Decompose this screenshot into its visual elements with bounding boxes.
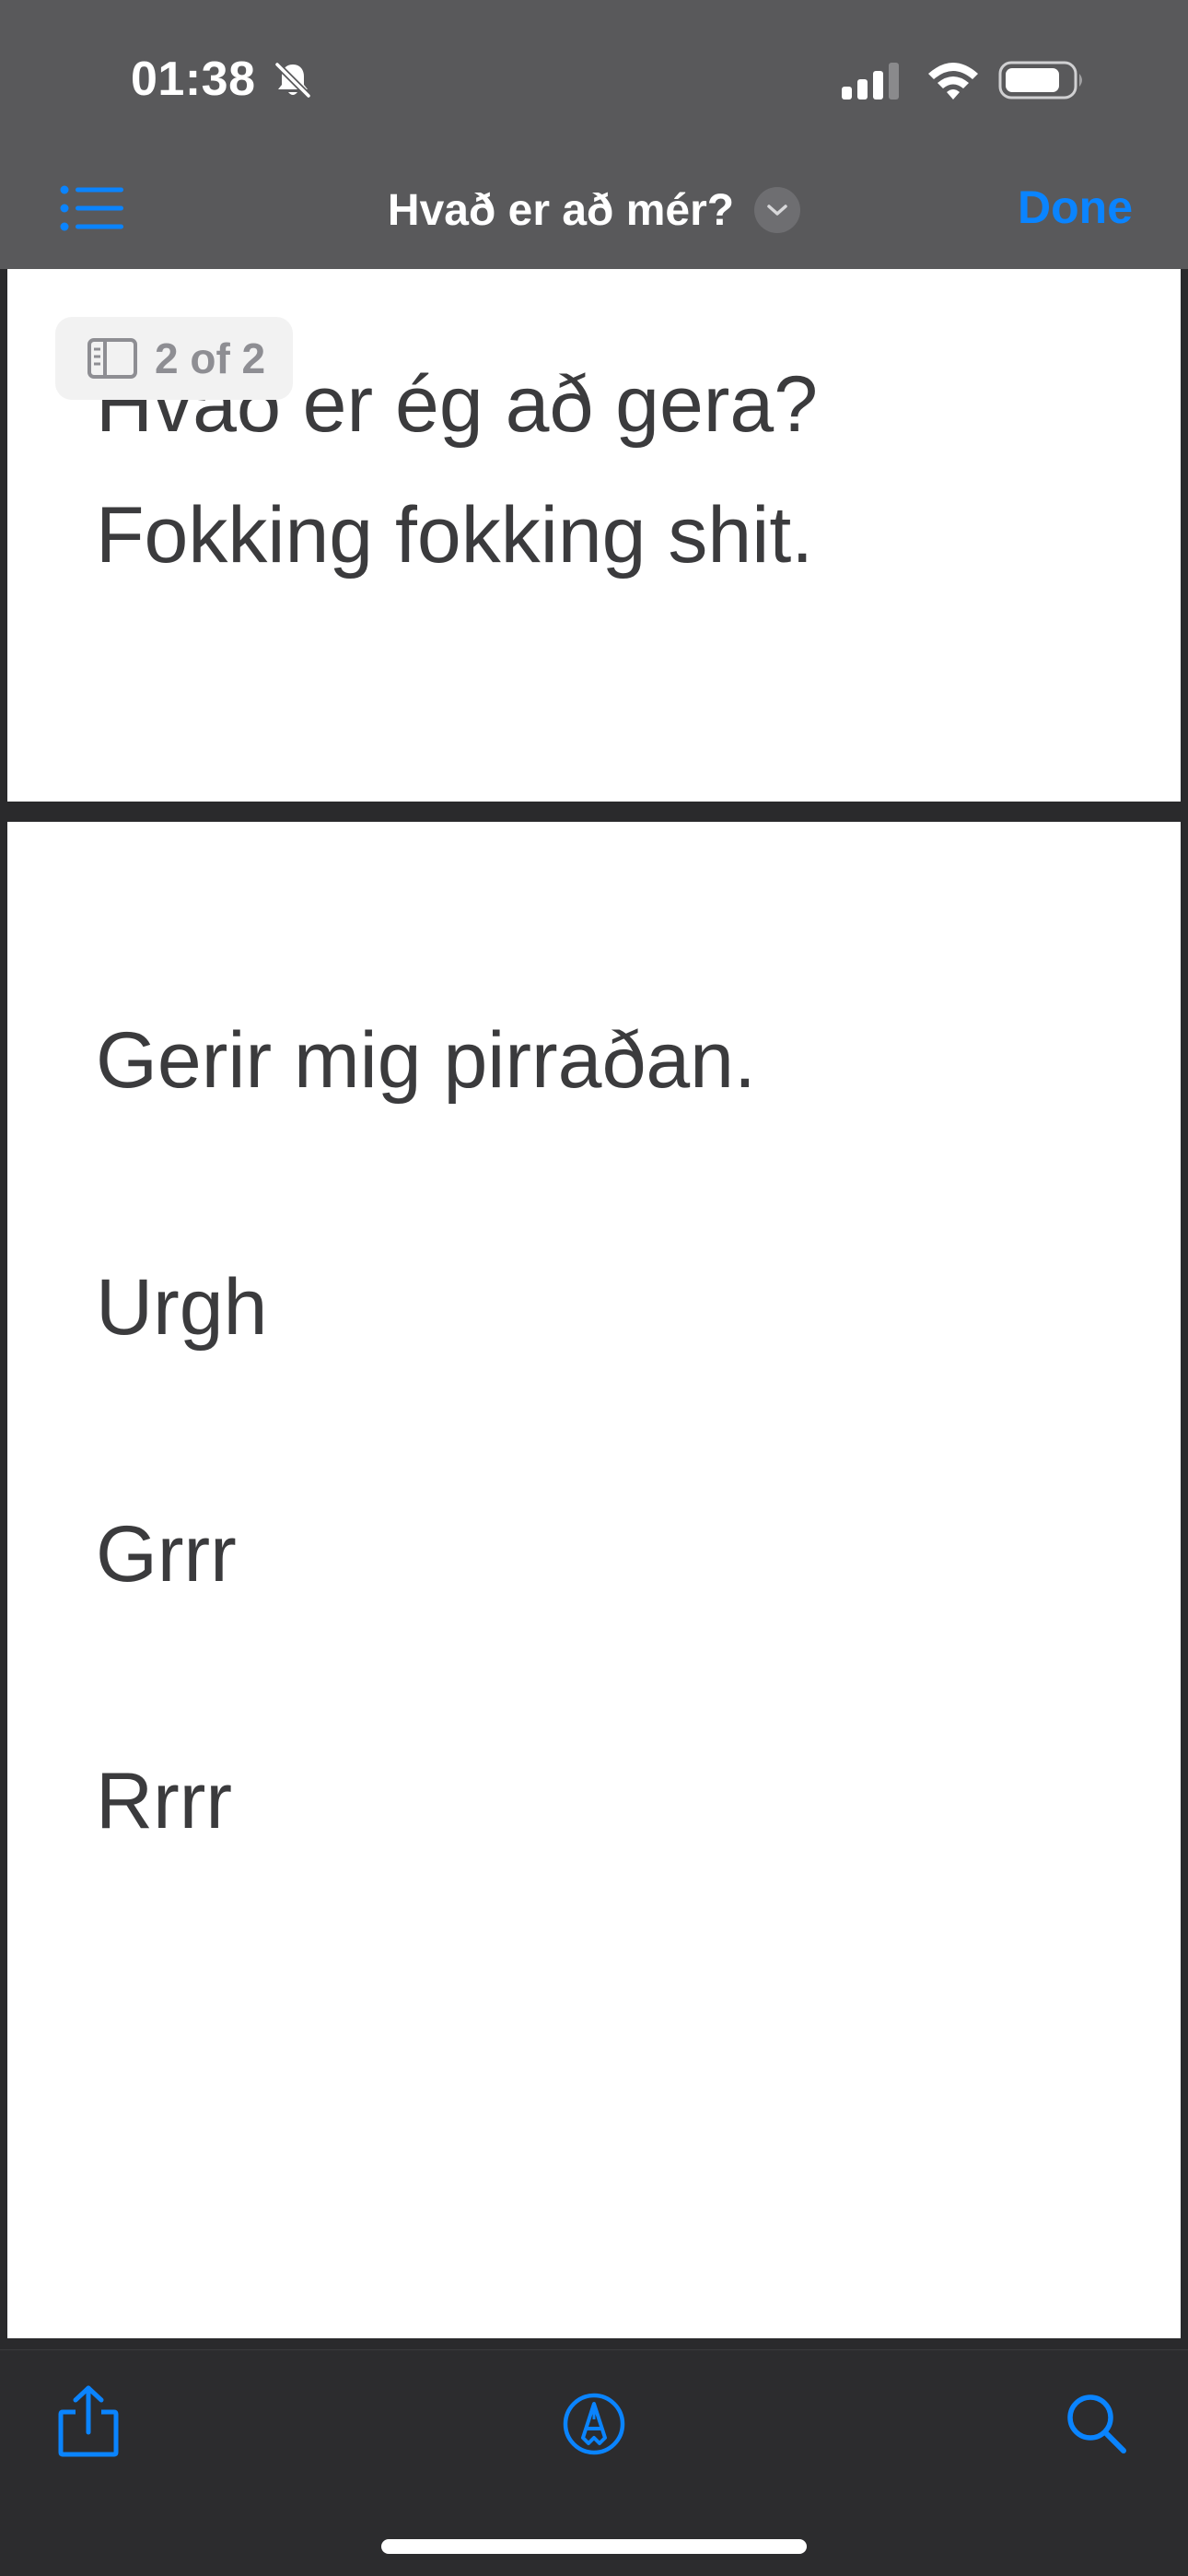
page-indicator[interactable]: 2 of 2 xyxy=(55,317,294,400)
wifi-icon xyxy=(928,63,978,100)
document-title-menu[interactable]: Hvað er að mér? xyxy=(0,181,1188,240)
document-title: Hvað er að mér? xyxy=(387,185,735,235)
cellular-signal-icon xyxy=(842,63,899,100)
page-1-line-2: Fokking fokking shit. xyxy=(96,491,814,580)
search-icon[interactable] xyxy=(1065,2392,1129,2456)
chevron-down-icon xyxy=(754,187,801,233)
page-2-line-4: Rrrr xyxy=(96,1757,233,1845)
markup-icon[interactable] xyxy=(562,2392,626,2456)
pdf-viewer-screen: Hvað er ég að gera? Fokking fokking shit… xyxy=(0,0,1188,2576)
share-icon[interactable] xyxy=(57,2384,120,2458)
sidebar-icon xyxy=(87,338,137,379)
top-bar: 01:38 Hvað er að mér? Done xyxy=(0,0,1188,269)
document-page-2: Gerir mig pirraðan. Urgh Grrr Rrrr xyxy=(7,822,1181,2338)
home-indicator[interactable] xyxy=(381,2539,807,2554)
status-time: 01:38 xyxy=(131,53,256,106)
done-button[interactable]: Done xyxy=(1018,181,1133,234)
bell-slash-icon xyxy=(274,62,311,99)
battery-icon xyxy=(998,61,1082,100)
page-2-line-3: Grrr xyxy=(96,1510,237,1598)
page-2-line-2: Urgh xyxy=(96,1263,268,1352)
page-indicator-label: 2 of 2 xyxy=(155,334,266,382)
page-2-line-1: Gerir mig pirraðan. xyxy=(96,1016,756,1105)
